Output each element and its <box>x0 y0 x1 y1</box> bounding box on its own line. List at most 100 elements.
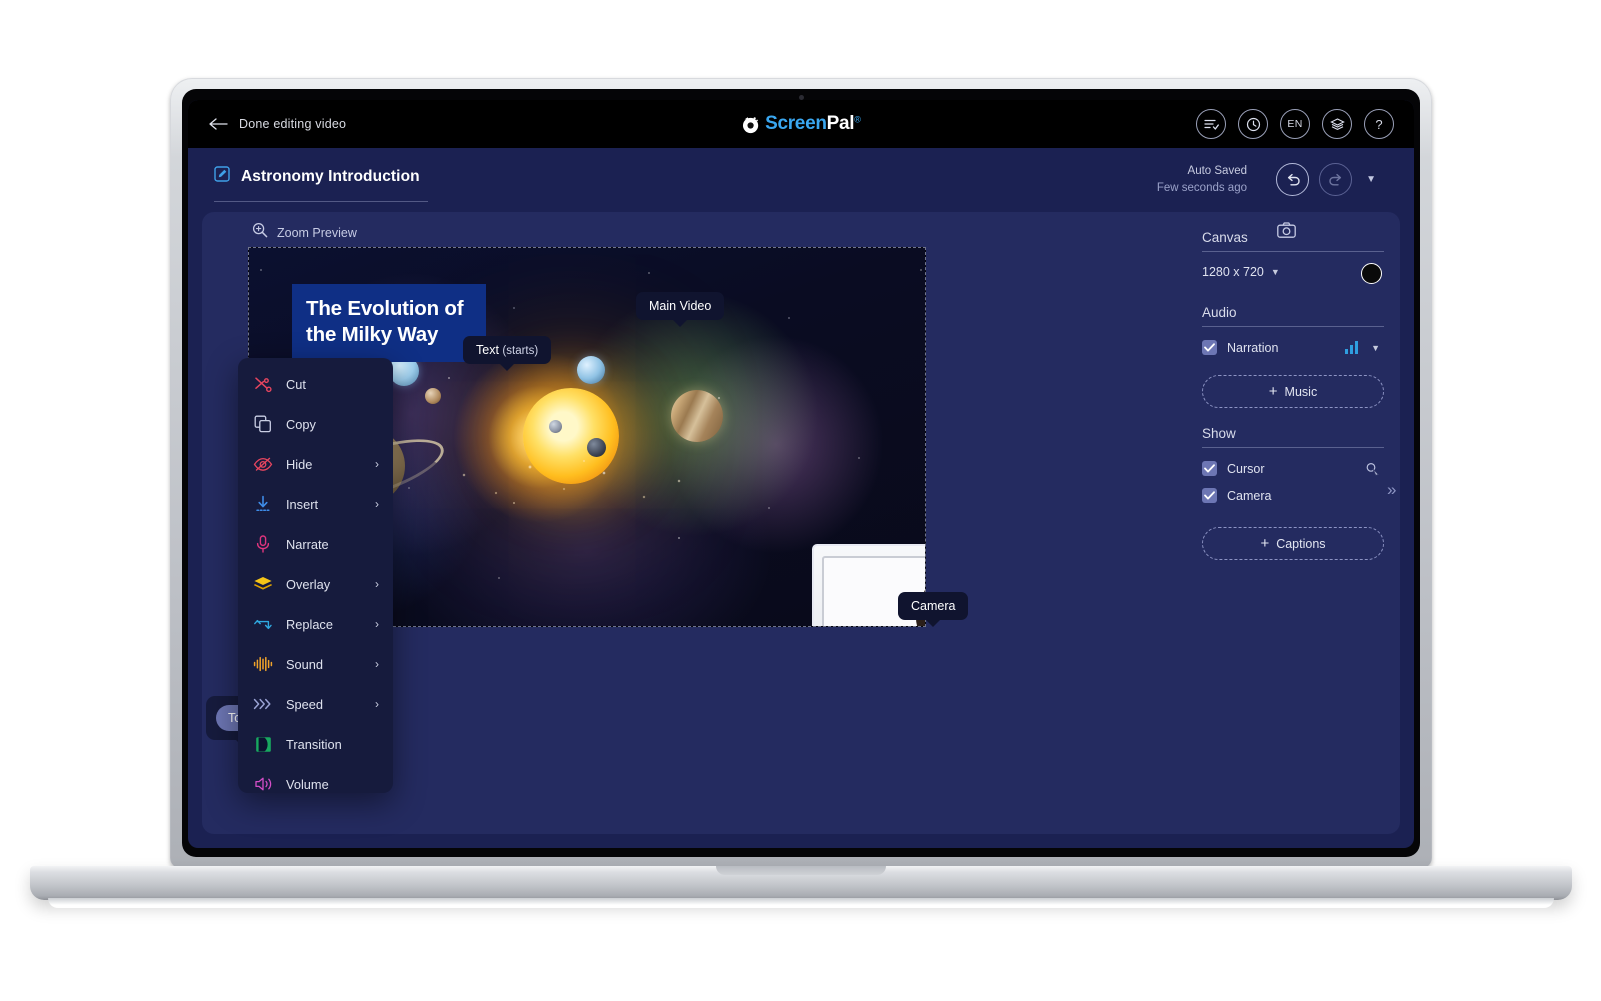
show-section-heading: Show <box>1202 426 1236 441</box>
add-music-label: Music <box>1284 384 1318 399</box>
done-editing-label: Done editing video <box>239 117 347 131</box>
brand-pal-text: Pal <box>826 113 855 134</box>
menu-item-volume[interactable]: Volume <box>238 764 393 804</box>
app-screen: Done editing video ScreenPal® EN ? Astro… <box>188 100 1414 848</box>
tooltip-text: Text (starts) <box>463 336 552 364</box>
undo-button[interactable] <box>1276 163 1309 196</box>
menu-item-volume-label: Volume <box>286 776 329 792</box>
canvas-size-value: 1280 x 720 <box>1202 265 1264 279</box>
show-divider <box>1202 447 1384 448</box>
chevron-right-icon: › <box>375 697 379 711</box>
edit-title-icon[interactable] <box>214 166 230 187</box>
insert-icon <box>252 494 274 514</box>
brand-screen-text: Screen <box>765 113 827 134</box>
tooltip-text-sub: (starts) <box>502 345 539 357</box>
zoom-preview-header[interactable]: Zoom Preview <box>252 222 357 243</box>
more-options-caret[interactable]: ▼ <box>1366 174 1376 185</box>
menu-item-transition[interactable]: Transition <box>238 724 393 764</box>
cursor-label: Cursor <box>1227 461 1265 476</box>
plus-icon: + <box>1260 535 1270 552</box>
undo-redo-group <box>1276 163 1352 196</box>
brand-trademark: ® <box>854 114 861 125</box>
history-icon[interactable] <box>1238 109 1268 139</box>
brand-logo-wrap: ScreenPal® <box>741 113 861 135</box>
add-captions-label: Captions <box>1276 536 1326 551</box>
menu-item-narrate[interactable]: Narrate <box>238 524 393 564</box>
menu-item-hide[interactable]: Hide › <box>238 444 393 484</box>
top-bar-icons: EN ? <box>1196 109 1394 139</box>
laptop-foot <box>48 898 1554 908</box>
canvas-section-heading: Canvas <box>1202 230 1248 245</box>
cursor-row[interactable]: Cursor <box>1202 461 1384 476</box>
camera-checkbox[interactable] <box>1202 488 1217 503</box>
scissors-icon <box>252 374 274 394</box>
planet-grey <box>549 420 562 433</box>
menu-item-overlay[interactable]: Overlay › <box>238 564 393 604</box>
planet-blue <box>577 356 605 384</box>
screenshot-root: Done editing video ScreenPal® EN ? Astro… <box>0 0 1601 1001</box>
checklist-icon[interactable] <box>1196 109 1226 139</box>
eye-off-icon <box>252 454 274 474</box>
chevron-right-icon: › <box>375 457 379 471</box>
page-title: Astronomy Introduction <box>241 167 420 185</box>
menu-item-insert[interactable]: Insert › <box>238 484 393 524</box>
language-icon[interactable]: EN <box>1280 109 1310 139</box>
speed-icon <box>252 694 274 714</box>
done-editing-button[interactable]: Done editing video <box>209 117 346 131</box>
layers-icon[interactable] <box>1322 109 1352 139</box>
laptop-base <box>30 866 1572 900</box>
menu-item-copy[interactable]: Copy <box>238 404 393 444</box>
narration-checkbox[interactable] <box>1202 340 1217 355</box>
menu-item-speed[interactable]: Speed › <box>238 684 393 724</box>
canvas-divider <box>1202 251 1384 252</box>
expand-panel-chevron[interactable]: » <box>1387 480 1396 500</box>
menu-item-replace-label: Replace <box>286 616 333 632</box>
add-captions-button[interactable]: + Captions <box>1202 527 1384 560</box>
waveform-icon <box>252 654 274 674</box>
tooltip-camera-label: Camera <box>911 599 956 613</box>
camera-row[interactable]: Camera <box>1202 488 1384 503</box>
audio-divider <box>1202 326 1384 327</box>
menu-item-cut[interactable]: Cut <box>238 364 393 404</box>
planet-jupiter <box>671 390 723 442</box>
menu-item-narrate-label: Narrate <box>286 536 329 552</box>
audio-level-icon[interactable] <box>1345 341 1358 354</box>
menu-item-replace[interactable]: Replace › <box>238 604 393 644</box>
cursor-checkbox[interactable] <box>1202 461 1217 476</box>
menu-item-overlay-label: Overlay <box>286 576 331 592</box>
project-title-wrap[interactable]: Astronomy Introduction <box>214 166 420 187</box>
volume-icon <box>252 774 274 794</box>
text-overlay-box[interactable]: The Evolution of the Milky Way <box>292 284 486 363</box>
chevron-right-icon: › <box>375 497 379 511</box>
narration-menu-caret[interactable]: ▼ <box>1371 343 1380 353</box>
copy-icon <box>252 414 274 434</box>
canvas-size-row[interactable]: 1280 x 720 ▼ <box>1202 263 1384 284</box>
help-icon[interactable]: ? <box>1364 109 1394 139</box>
properties-panel: Canvas 1280 x 720 ▼ Audio Narration ▼ + … <box>1202 230 1384 578</box>
autosave-time: Few seconds ago <box>1156 181 1247 194</box>
title-underline <box>214 201 428 202</box>
menu-item-speed-label: Speed <box>286 696 324 712</box>
layers-icon <box>252 574 274 594</box>
camera-label: Camera <box>1227 488 1272 503</box>
editor-card: Zoom Preview The Evolution of the Milky … <box>202 212 1400 834</box>
redo-button[interactable] <box>1319 163 1352 196</box>
menu-item-hide-label: Hide <box>286 456 313 472</box>
tooltip-camera: Camera <box>898 592 969 620</box>
autosave-label: Auto Saved <box>1187 165 1247 177</box>
context-menu: Cut Copy Hide › Insert › Narrate Overlay… <box>238 358 393 793</box>
chevron-right-icon: › <box>375 657 379 671</box>
cursor-pointer-icon[interactable] <box>1365 462 1380 482</box>
chevron-right-icon: › <box>375 577 379 591</box>
narration-row[interactable]: Narration ▼ <box>1202 340 1384 355</box>
tooltip-main-video-label: Main Video <box>649 299 712 313</box>
add-music-button[interactable]: + Music <box>1202 375 1384 408</box>
canvas-color-swatch[interactable] <box>1361 263 1382 284</box>
asteroid-belt <box>454 453 704 511</box>
chevron-right-icon: › <box>375 617 379 631</box>
zoom-preview-label: Zoom Preview <box>277 225 357 240</box>
tooltip-text-label: Text <box>476 343 499 357</box>
menu-item-sound[interactable]: Sound › <box>238 644 393 684</box>
menu-item-sound-label: Sound <box>286 656 324 672</box>
title-row: Astronomy Introduction Auto Saved Few se… <box>188 148 1414 212</box>
